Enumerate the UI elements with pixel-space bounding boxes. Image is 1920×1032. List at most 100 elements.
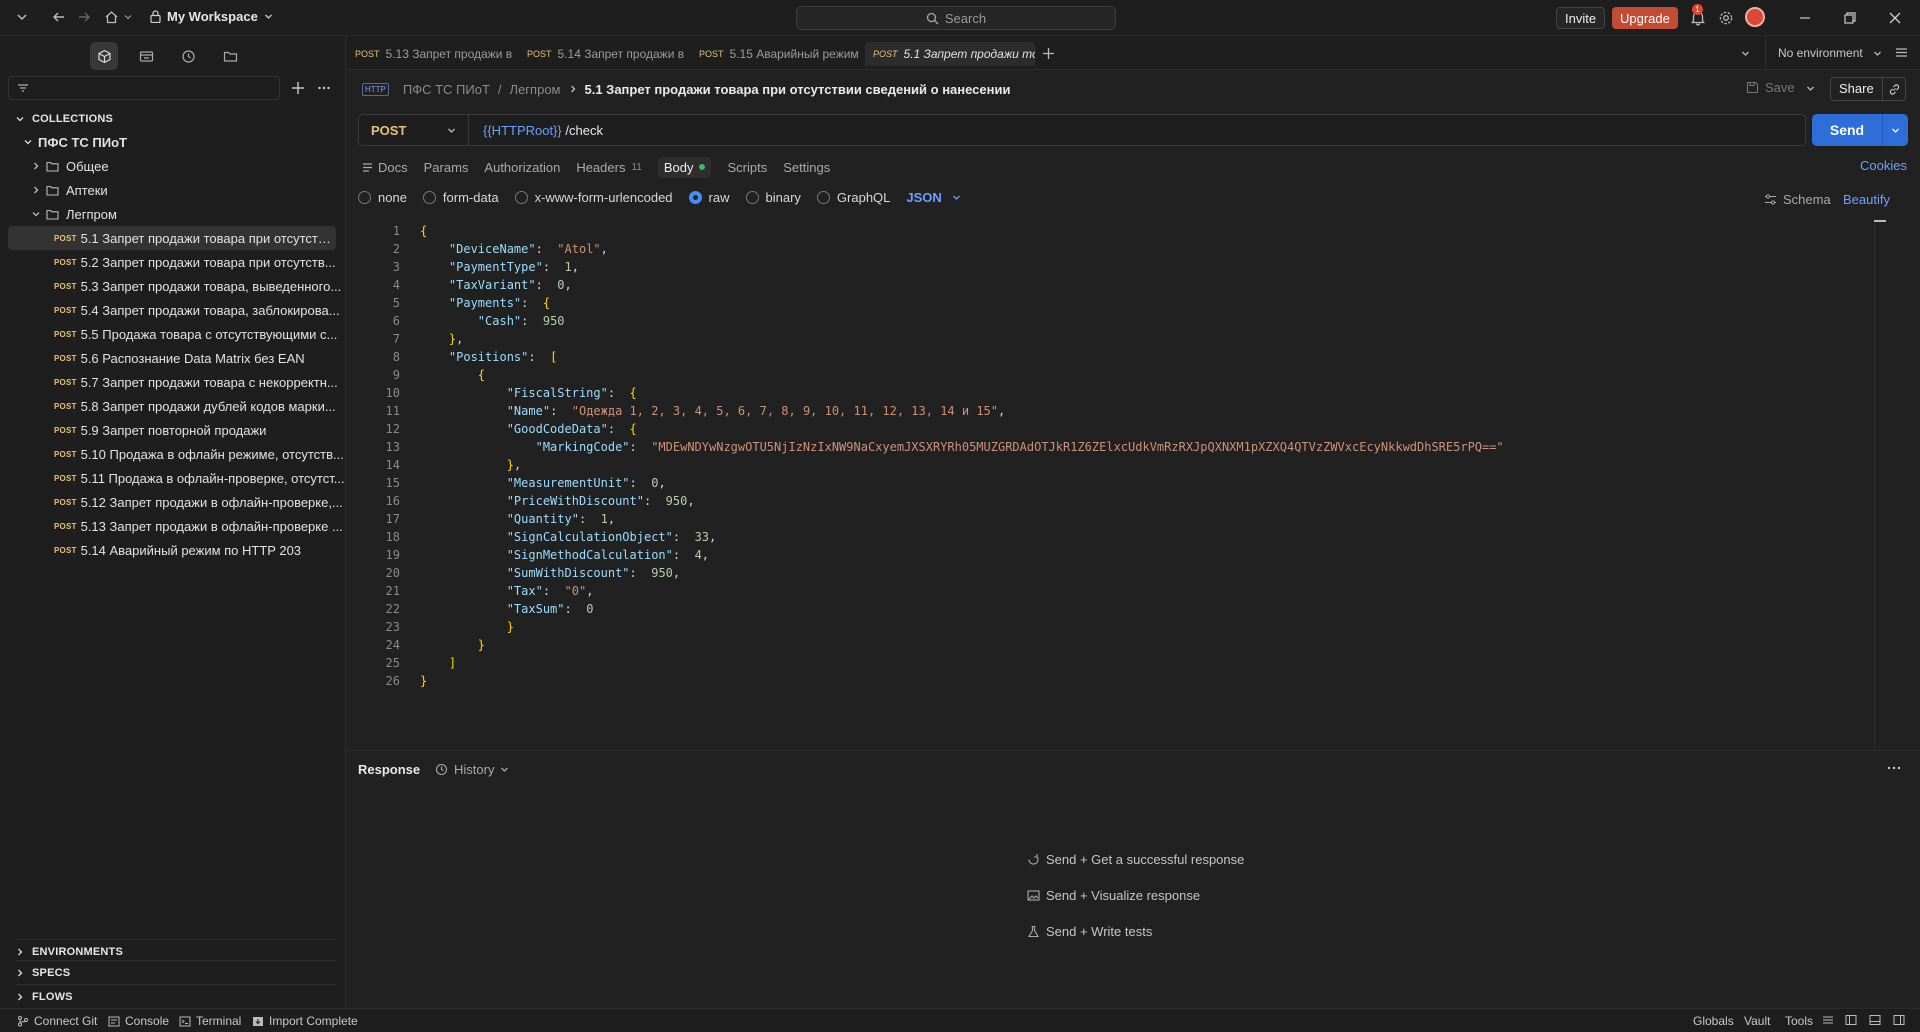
back-arrow-icon[interactable] [52, 10, 66, 24]
body-type-none[interactable]: none [358, 190, 407, 205]
tab-scripts[interactable]: Scripts [727, 160, 767, 175]
terminal-button[interactable]: Terminal [179, 1014, 241, 1028]
tab-body[interactable]: Body [657, 156, 712, 178]
home-chevron-icon[interactable] [124, 13, 132, 21]
specs-section-header[interactable]: SPECS [16, 960, 336, 979]
environments-icon[interactable] [132, 42, 160, 70]
environments-section-header[interactable]: ENVIRONMENTS [16, 939, 336, 958]
request-item[interactable]: POST 5.5 Продажа товара с отсутствующими … [0, 322, 346, 346]
app-menu-chevron-icon[interactable] [16, 11, 28, 23]
editor-scrollbar[interactable] [1874, 218, 1888, 748]
request-item[interactable]: POST 5.9 Запрет повторной продажи [0, 418, 346, 442]
upgrade-button[interactable]: Upgrade [1612, 7, 1678, 29]
request-item[interactable]: POST 5.6 Распознание Data Matrix без EAN [0, 346, 346, 370]
collections-section-header[interactable]: COLLECTIONS [16, 113, 113, 125]
gear-icon[interactable] [1718, 10, 1734, 26]
avatar[interactable] [1745, 7, 1765, 27]
cookies-link[interactable]: Cookies [1860, 158, 1907, 173]
filter-input[interactable] [8, 76, 280, 100]
body-type-binary[interactable]: binary [745, 190, 801, 205]
tools-settings-icon[interactable] [1822, 1014, 1834, 1026]
close-icon[interactable] [1888, 11, 1902, 25]
workspace-switcher[interactable]: My Workspace [150, 9, 273, 24]
send-dropdown-chevron-icon[interactable] [1882, 114, 1908, 146]
home-icon[interactable] [104, 10, 119, 24]
response-more-icon[interactable] [1887, 765, 1901, 771]
global-search-input[interactable]: Search [796, 6, 1116, 30]
more-options-icon[interactable] [317, 81, 331, 95]
body-type-graphql[interactable]: GraphQL [816, 190, 890, 205]
request-item[interactable]: POST 5.1 Запрет продажи товара при отсутс… [8, 226, 336, 250]
connect-git-label: Connect Git [34, 1014, 98, 1028]
tab-params[interactable]: Params [424, 160, 469, 175]
save-dropdown-chevron-icon[interactable] [1806, 84, 1815, 93]
collection-root[interactable]: ПФС ТС ПИоТ [0, 130, 346, 154]
request-item[interactable]: POST 5.4 Запрет продажи товара, заблокиро… [0, 298, 346, 322]
minimize-icon[interactable] [1798, 11, 1812, 25]
tab-5-15[interactable]: POST 5.15 Аварийный режим [691, 42, 861, 66]
request-item[interactable]: POST 5.14 Аварийный режим по HTTP 203 [0, 538, 346, 562]
folder-item-apteki[interactable]: Аптеки [0, 178, 346, 202]
share-button[interactable]: Share [1830, 77, 1906, 101]
layout-bottom-icon[interactable] [1869, 1014, 1881, 1026]
import-status[interactable]: Import Complete [252, 1014, 358, 1028]
folder-icon[interactable] [216, 42, 244, 70]
vault-button[interactable]: Vault [1744, 1014, 1770, 1028]
restore-icon[interactable] [1843, 11, 1857, 25]
tab-settings[interactable]: Settings [783, 160, 830, 175]
link-icon[interactable] [1888, 83, 1901, 96]
tools-button[interactable]: Tools [1785, 1014, 1813, 1028]
send-button[interactable]: Send [1812, 114, 1908, 146]
hint-visualize-response[interactable]: Send + Visualize response [1027, 888, 1200, 903]
hint-write-tests[interactable]: Send + Write tests [1027, 924, 1152, 939]
add-icon[interactable] [291, 81, 305, 95]
body-format-select[interactable]: JSON [906, 190, 960, 205]
environment-selector[interactable]: No environment [1765, 36, 1882, 70]
line-number: 17 [385, 512, 400, 526]
tab-5-14[interactable]: POST 5.14 Запрет продажи в [519, 42, 689, 66]
breadcrumb-collection[interactable]: ПФС ТС ПИоТ [403, 82, 490, 97]
collections-cube-icon[interactable] [90, 42, 118, 70]
tabs-overflow-chevron-icon[interactable] [1741, 49, 1750, 58]
tab-headers[interactable]: Headers 11 [576, 160, 642, 175]
schema-button[interactable]: Schema [1764, 192, 1831, 207]
flows-section-header[interactable]: FLOWS [16, 984, 336, 1003]
url-input[interactable]: {{HTTPRoot}} /check [483, 115, 603, 145]
tab-5-1[interactable]: POST 5.1 Запрет продажи то [865, 42, 1035, 66]
request-item[interactable]: POST 5.7 Запрет продажи товара с некоррек… [0, 370, 346, 394]
hint-successful-response[interactable]: Send + Get a successful response [1027, 852, 1244, 867]
request-item[interactable]: POST 5.8 Запрет продажи дублей кодов марк… [0, 394, 346, 418]
request-item[interactable]: POST 5.11 Продажа в офлайн-проверке, отсу… [0, 466, 346, 490]
globals-button[interactable]: Globals [1693, 1014, 1734, 1028]
editor-scroll-thumb[interactable] [1874, 220, 1886, 222]
save-button[interactable]: Save [1746, 80, 1795, 95]
method-select[interactable]: POST [359, 115, 469, 145]
request-item[interactable]: POST 5.12 Запрет продажи в офлайн-проверк… [0, 490, 346, 514]
connect-git-button[interactable]: Connect Git [17, 1014, 97, 1028]
request-title[interactable]: 5.1 Запрет продажи товара при отсутствии… [585, 82, 1011, 97]
body-type-form-data[interactable]: form-data [422, 190, 499, 205]
beautify-button[interactable]: Beautify [1843, 192, 1890, 207]
tab-docs[interactable]: Docs [362, 160, 408, 175]
console-button[interactable]: Console [108, 1014, 169, 1028]
forward-arrow-icon[interactable] [77, 10, 91, 24]
history-icon[interactable] [174, 42, 202, 70]
breadcrumb-folder[interactable]: Легпром [510, 82, 561, 97]
new-tab-plus-icon[interactable] [1042, 47, 1055, 60]
invite-button[interactable]: Invite [1556, 7, 1606, 29]
body-type-raw[interactable]: raw [688, 190, 730, 205]
layout-right-icon[interactable] [1893, 1014, 1905, 1026]
request-item[interactable]: POST 5.3 Запрет продажи товара, выведенно… [0, 274, 346, 298]
history-button[interactable]: History [435, 762, 509, 777]
layout-left-icon[interactable] [1845, 1014, 1857, 1026]
body-code-editor[interactable]: 1 {2 "DeviceName": "Atol", 3 "PaymentType"… [358, 218, 1888, 748]
tab-5-13[interactable]: POST 5.13 Запрет продажи в [347, 42, 517, 66]
folder-item-obshchee[interactable]: Общее [0, 154, 346, 178]
request-item[interactable]: POST 5.10 Продажа в офлайн режиме, отсутс… [0, 442, 346, 466]
request-item[interactable]: POST 5.13 Запрет продажи в офлайн-проверк… [0, 514, 346, 538]
environment-settings-icon[interactable] [1895, 46, 1908, 59]
body-type-urlencoded[interactable]: x-www-form-urlencoded [514, 190, 673, 205]
folder-item-legprom[interactable]: Легпром [0, 202, 346, 226]
tab-authorization[interactable]: Authorization [484, 160, 560, 175]
request-item[interactable]: POST 5.2 Запрет продажи товара при отсутс… [0, 250, 346, 274]
